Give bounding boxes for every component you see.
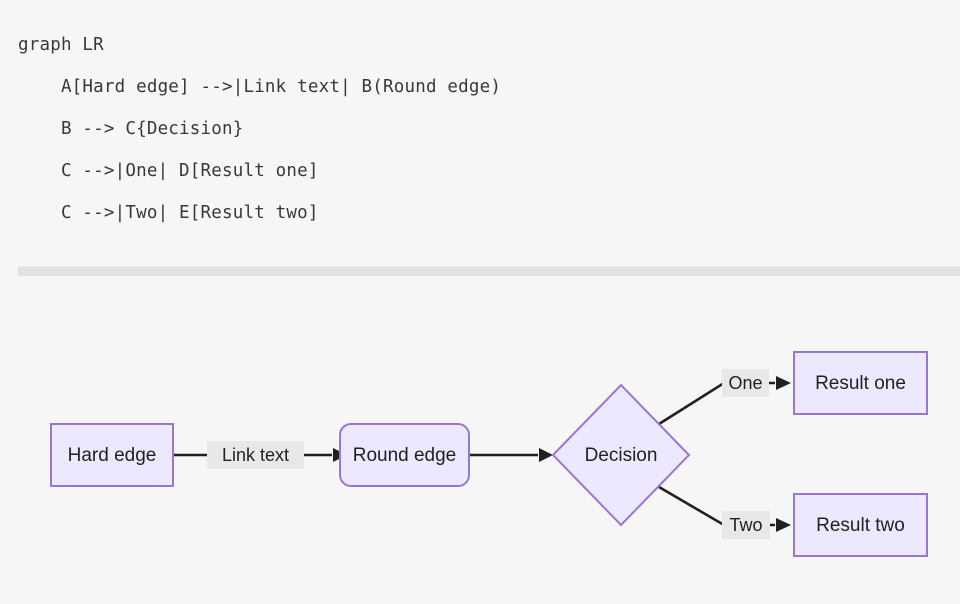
edge-B-C: [469, 448, 553, 462]
node-decision[interactable]: Decision: [551, 383, 691, 527]
node-round-edge[interactable]: Round edge: [339, 423, 470, 487]
edge-label-one-label: One: [728, 373, 762, 393]
code-line-3: B --> C{Decision}: [18, 119, 244, 139]
node-hard-edge-label: Hard edge: [68, 445, 157, 466]
code-line-2: A[Hard edge] -->|Link text| B(Round edge…: [18, 77, 502, 97]
code-line-1: graph LR: [18, 35, 104, 55]
edge-label-link-text: Link text: [207, 441, 304, 469]
edge-B-C-arrowhead: [539, 448, 553, 462]
edge-C-E-arrowhead: [776, 518, 791, 532]
edge-label-two-label: Two: [729, 515, 762, 535]
node-result-two[interactable]: Result two: [793, 493, 928, 557]
mermaid-source-panel: graph LR A[Hard edge] -->|Link text| B(R…: [0, 0, 960, 264]
node-result-one[interactable]: Result one: [793, 351, 928, 415]
edge-label-one: One: [722, 369, 769, 397]
node-result-one-label: Result one: [815, 373, 906, 394]
edge-label-link-text-label: Link text: [222, 445, 289, 465]
flowchart-svg: Link text One Two Hard edge Round edge D…: [50, 351, 928, 557]
rendered-diagram-panel: Link text One Two Hard edge Round edge D…: [0, 276, 960, 604]
node-round-edge-label: Round edge: [353, 445, 457, 466]
edge-C-D-arrowhead: [776, 376, 791, 390]
edge-label-two: Two: [722, 511, 770, 539]
node-decision-label: Decision: [585, 445, 658, 466]
code-line-4: C -->|One| D[Result one]: [18, 161, 319, 181]
code-line-5: C -->|Two| E[Result two]: [18, 203, 319, 223]
node-hard-edge[interactable]: Hard edge: [50, 423, 174, 487]
node-result-two-label: Result two: [816, 515, 905, 536]
